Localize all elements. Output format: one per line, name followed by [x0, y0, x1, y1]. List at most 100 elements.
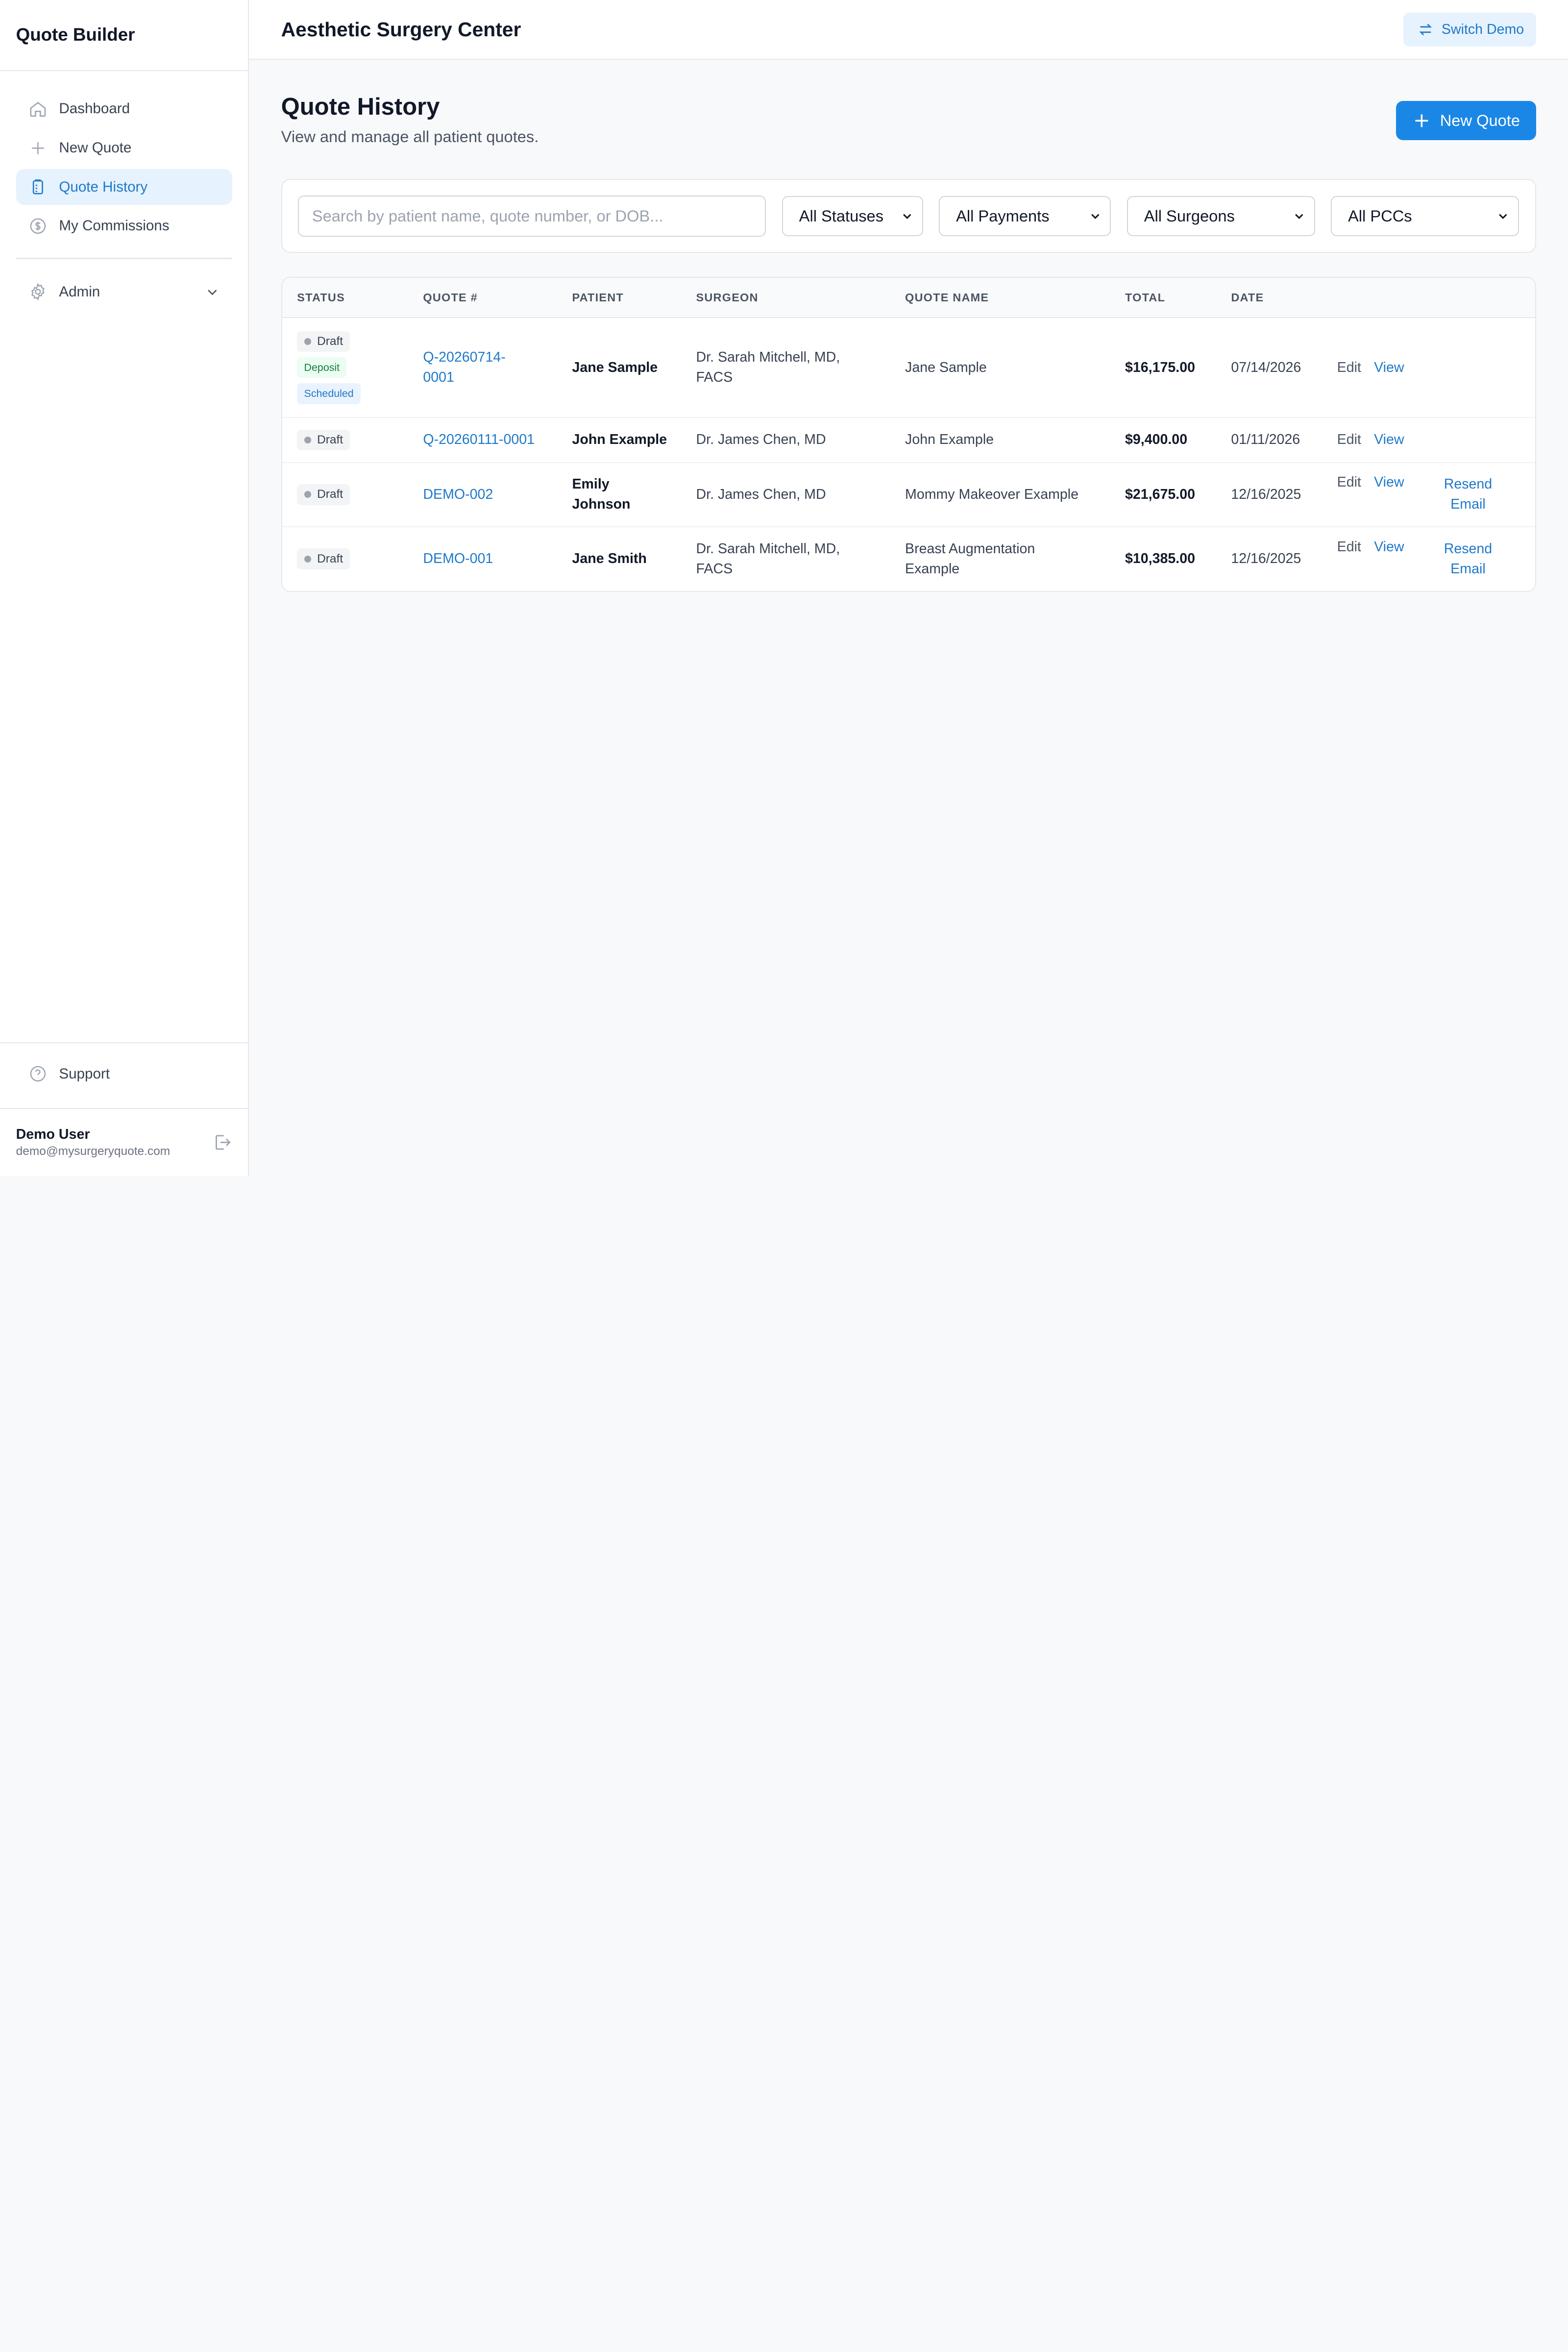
sidebar-item-label: Admin	[59, 283, 100, 300]
user-info: Demo User demo@mysurgeryquote.com	[16, 1127, 171, 1158]
pcc-filter-select[interactable]: All PCCs	[1331, 196, 1519, 236]
column-header-total: TOTAL	[1125, 291, 1166, 304]
view-link[interactable]: View	[1374, 474, 1436, 490]
badge-label: Draft	[317, 433, 343, 446]
quote-number-link[interactable]: DEMO-002	[423, 487, 572, 503]
chevron-down-icon	[900, 209, 914, 223]
resend-email-link[interactable]: Resend Email	[1436, 474, 1500, 514]
sidebar-item-dashboard[interactable]: Dashboard	[16, 91, 232, 127]
page-header: Quote History View and manage all patien…	[281, 92, 1536, 146]
sidebar-item-quote-history[interactable]: Quote History	[16, 169, 232, 205]
status-cell: Draft	[282, 484, 423, 505]
table-row[interactable]: Draft Deposit Scheduled Q-20260714- 0001 …	[282, 318, 1535, 418]
sidebar-item-label: Quote History	[59, 178, 148, 195]
date-cell: 01/11/2026	[1231, 432, 1300, 448]
resend-text: Resend	[1444, 541, 1493, 557]
surgeon-cell: Dr. Sarah Mitchell, MD, FACS	[696, 347, 906, 388]
edit-link[interactable]: Edit	[1337, 474, 1374, 490]
status-badge-scheduled: Scheduled	[297, 383, 361, 404]
quote-name-cell: Mommy Makeover Example	[905, 486, 1078, 502]
sidebar-item-my-commissions[interactable]: My Commissions	[16, 208, 232, 244]
chevron-down-icon	[1292, 209, 1306, 223]
sidebar-item-label: My Commissions	[59, 218, 170, 234]
date-cell: 12/16/2025	[1231, 551, 1301, 567]
table-header: STATUS QUOTE # PATIENT SURGEON QUOTE NAM…	[282, 278, 1535, 318]
chevron-down-icon	[1496, 209, 1510, 223]
sidebar-item-label: Dashboard	[59, 100, 130, 117]
badge-label: Draft	[317, 552, 343, 565]
sidebar-item-label: Support	[59, 1065, 110, 1082]
search-placeholder: Search by patient name, quote number, or…	[312, 206, 663, 225]
app-root: Quote Builder Dashboard New Quote Quote …	[0, 0, 1568, 1176]
view-link[interactable]: View	[1374, 432, 1436, 448]
date-cell: 12/16/2025	[1231, 486, 1301, 502]
status-cell: Draft	[282, 429, 423, 451]
quote-name-cell: Jane Sample	[905, 359, 987, 375]
total-cell: $16,175.00	[1125, 359, 1195, 375]
switch-demo-button[interactable]: Switch Demo	[1403, 12, 1536, 47]
edit-link[interactable]: Edit	[1337, 539, 1374, 555]
new-quote-button[interactable]: New Quote	[1396, 101, 1536, 140]
surgeon-text: Dr. Sarah Mitchell, MD,	[696, 349, 840, 366]
view-link[interactable]: View	[1374, 360, 1436, 376]
quote-number-link[interactable]: DEMO-001	[423, 551, 572, 567]
page-content: Quote History View and manage all patien…	[249, 60, 1568, 624]
column-header-quote-number: QUOTE #	[423, 291, 478, 304]
resend-text: Email	[1450, 561, 1486, 577]
total-cell: $21,675.00	[1125, 486, 1195, 502]
user-name: Demo User	[16, 1127, 90, 1143]
column-header-surgeon: SURGEON	[696, 291, 759, 304]
table-row[interactable]: Draft DEMO-001 Jane Smith Dr. Sarah Mitc…	[282, 527, 1535, 591]
column-header-status: STATUS	[297, 291, 345, 304]
search-input[interactable]: Search by patient name, quote number, or…	[298, 196, 766, 237]
user-email: demo@mysurgeryquote.com	[16, 1145, 171, 1158]
sidebar-item-support[interactable]: Support	[16, 1056, 232, 1092]
quote-number-link[interactable]: Q-20260714- 0001	[423, 347, 572, 388]
sidebar-item-new-quote[interactable]: New Quote	[16, 130, 232, 166]
payment-filter-select[interactable]: All Payments	[939, 196, 1111, 236]
new-quote-label: New Quote	[1440, 111, 1520, 129]
resend-text: Resend	[1444, 476, 1493, 492]
status-dot	[304, 436, 311, 444]
patient-cell: John Example	[572, 432, 667, 448]
quote-number-link[interactable]: Q-20260111-0001	[423, 432, 572, 448]
org-name: Aesthetic Surgery Center	[281, 18, 521, 41]
table-row[interactable]: Draft DEMO-002 Emily Johnson Dr. James Ch…	[282, 463, 1535, 527]
status-dot	[304, 555, 311, 563]
column-header-patient: PATIENT	[572, 291, 624, 304]
swap-icon	[1418, 22, 1434, 38]
sidebar-item-admin[interactable]: Admin	[16, 274, 232, 310]
table-row[interactable]: Draft Q-20260111-0001 John Example Dr. J…	[282, 418, 1535, 463]
quote-name-text: Breast Augmentation	[905, 541, 1035, 557]
edit-link[interactable]: Edit	[1337, 432, 1374, 448]
column-header-date: DATE	[1231, 291, 1264, 304]
badge-label: Draft	[317, 334, 343, 348]
chevron-down-icon[interactable]	[204, 284, 220, 300]
badge-label: Draft	[317, 488, 343, 501]
actions-cell: Edit View	[1337, 360, 1535, 376]
filter-bar: Search by patient name, quote number, or…	[281, 179, 1536, 253]
edit-link[interactable]: Edit	[1337, 360, 1374, 376]
resend-email-link[interactable]: Resend Email	[1436, 539, 1500, 579]
support-section: Support	[0, 1042, 248, 1108]
main-area: Aesthetic Surgery Center Switch Demo Quo…	[249, 0, 1568, 1176]
quote-name-cell: John Example	[905, 432, 994, 448]
view-link[interactable]: View	[1374, 539, 1436, 555]
quote-name-text: Example	[905, 561, 960, 577]
date-cell: 07/14/2026	[1231, 359, 1301, 375]
clipboard-icon	[28, 177, 48, 197]
quote-number-text: Q-20260714-	[423, 349, 506, 366]
status-badge-deposit: Deposit	[297, 357, 347, 378]
help-circle-icon	[28, 1064, 48, 1084]
surgeon-cell: Dr. James Chen, MD	[696, 486, 826, 502]
logout-icon[interactable]	[212, 1132, 232, 1152]
dollar-circle-icon	[28, 216, 48, 236]
actions-cell: Edit View	[1337, 432, 1535, 448]
patient-cell: Jane Smith	[572, 551, 647, 567]
page-subtitle: View and manage all patient quotes.	[281, 127, 539, 146]
quote-name-cell: Breast Augmentation Example	[905, 539, 1125, 579]
status-filter-select[interactable]: All Statuses	[782, 196, 923, 236]
status-dot	[304, 338, 311, 345]
surgeon-filter-select[interactable]: All Surgeons	[1127, 196, 1315, 236]
top-bar: Aesthetic Surgery Center Switch Demo	[249, 0, 1568, 60]
